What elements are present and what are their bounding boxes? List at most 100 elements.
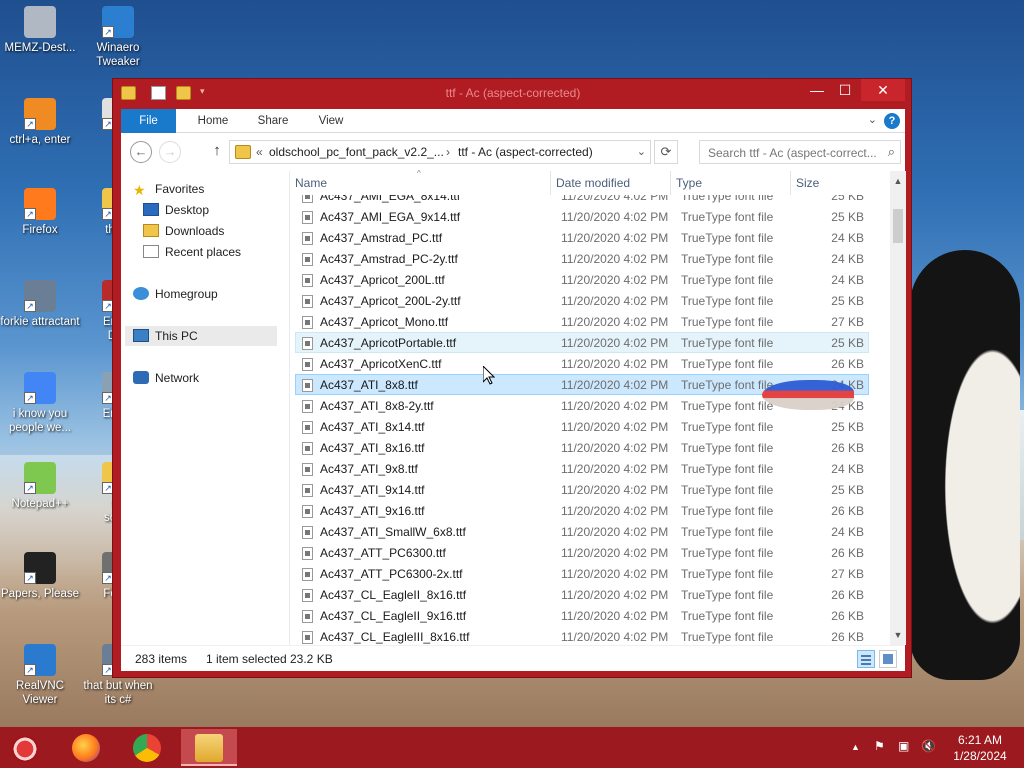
properties-icon[interactable] (151, 85, 167, 100)
address-dropdown-icon[interactable]: ⌄ (637, 145, 646, 158)
system-clock[interactable]: 6:21 AM 1/28/2024 (945, 732, 1015, 764)
sidebar-item-desktop[interactable]: Desktop (143, 200, 209, 220)
font-file-icon (302, 253, 313, 266)
action-center-flag-icon[interactable]: ⚑ (874, 739, 885, 753)
file-row[interactable]: Ac437_ATT_PC6300-2x.ttf 11/20/2020 4:02 P… (295, 563, 869, 584)
file-row[interactable]: Ac437_Apricot_200L-2y.ttf 11/20/2020 4:02… (295, 290, 869, 311)
desktop-shortcut[interactable]: MEMZ-Dest... (0, 6, 80, 55)
tab-share[interactable]: Share (243, 109, 303, 133)
taskbar-firefox[interactable] (58, 729, 114, 766)
file-row[interactable]: Ac437_AMI_EGA_9x14.ttf 11/20/2020 4:02 PM… (295, 206, 869, 227)
selection-count: 1 item selected (206, 652, 287, 666)
network-status-icon[interactable]: ▣ (898, 739, 909, 753)
desktop-shortcut[interactable]: ↗ forkie attractant (0, 280, 80, 329)
up-button[interactable]: ↑ (209, 142, 225, 162)
file-row[interactable]: Ac437_ATI_9x8.ttf 11/20/2020 4:02 PM TrueT… (295, 458, 869, 479)
file-row[interactable]: Ac437_ATI_8x14.ttf 11/20/2020 4:02 PM True… (295, 416, 869, 437)
column-header-name[interactable]: Name (295, 176, 327, 190)
scrollbar-thumb[interactable] (893, 209, 903, 243)
font-file-icon (302, 547, 313, 560)
start-button[interactable] (10, 735, 40, 763)
back-button[interactable]: ← (130, 141, 152, 163)
file-type: TrueType font file (681, 399, 774, 413)
font-file-icon (302, 400, 313, 413)
file-row[interactable]: Ac437_ApricotPortable.ttf 11/20/2020 4:02… (295, 332, 869, 353)
sidebar-item-label: Favorites (155, 182, 205, 196)
column-divider[interactable] (790, 171, 791, 195)
file-row[interactable]: Ac437_CL_EagleIII_8x16.ttf 11/20/2020 4:0… (295, 626, 869, 645)
file-row[interactable]: Ac437_ATI_9x14.ttf 11/20/2020 4:02 PM True… (295, 479, 869, 500)
address-bar[interactable]: « oldschool_pc_font_pack_v2.2_... › ttf … (229, 140, 651, 164)
clock-time: 6:21 AM (957, 733, 1003, 747)
shortcut-icon: ↗ (24, 644, 56, 676)
desktop-shortcut[interactable]: ↗ ctrl+a, enter (0, 98, 80, 147)
column-header-date[interactable]: Date modified (556, 176, 630, 190)
file-row[interactable]: Ac437_ATT_PC6300.ttf 11/20/2020 4:02 PM Tr… (295, 542, 869, 563)
minimize-button[interactable]: — (803, 79, 831, 101)
file-row[interactable]: Ac437_ATI_9x16.ttf 11/20/2020 4:02 PM True… (295, 500, 869, 521)
sidebar-item-favorites[interactable]: ★ Favorites (133, 179, 204, 199)
file-size: 26 KB (831, 441, 864, 455)
close-button[interactable]: ✕ (861, 79, 905, 101)
tab-home[interactable]: Home (183, 109, 243, 133)
desktop-shortcut[interactable]: ↗ Firefox (0, 188, 80, 237)
tray-overflow-icon[interactable]: ▲ (851, 742, 860, 752)
file-row[interactable]: Ac437_Apricot_200L.ttf 11/20/2020 4:02 PM… (295, 269, 869, 290)
scroll-up-button[interactable]: ▲ (890, 173, 906, 189)
file-row[interactable]: Ac437_ATI_SmallW_6x8.ttf 11/20/2020 4:02 … (295, 521, 869, 542)
column-divider[interactable] (670, 171, 671, 195)
breadcrumb-parent[interactable]: oldschool_pc_font_pack_v2.2_... (269, 145, 444, 159)
downloads-icon (143, 224, 159, 237)
tab-file[interactable]: File (121, 109, 176, 133)
breadcrumb-current[interactable]: ttf - Ac (aspect-corrected) (458, 145, 593, 159)
network-icon (133, 371, 149, 384)
column-divider[interactable] (550, 171, 551, 195)
folder-icon (121, 85, 136, 100)
large-icons-view-button[interactable] (879, 650, 897, 668)
volume-muted-icon[interactable]: 🔇 (921, 739, 936, 753)
file-name: Ac437_ATI_9x8.ttf (320, 462, 418, 476)
shortcut-label: Notepad++ (11, 498, 69, 510)
sidebar-item-recent-places[interactable]: Recent places (143, 242, 241, 262)
sidebar-item-downloads[interactable]: Downloads (143, 221, 224, 241)
vertical-scrollbar[interactable]: ▲ ▼ (890, 171, 906, 645)
desktop-shortcut[interactable]: ↗ Winaero Tweaker (78, 6, 158, 69)
refresh-button[interactable]: ⟳ (654, 140, 678, 164)
title-bar[interactable]: ▾ ttf - Ac (aspect-corrected) — ☐ ✕ (113, 79, 913, 109)
file-row[interactable]: Ac437_ApricotXenC.ttf 11/20/2020 4:02 PM T… (295, 353, 869, 374)
file-row[interactable]: Ac437_Apricot_Mono.ttf 11/20/2020 4:02 PM… (295, 311, 869, 332)
tab-view[interactable]: View (301, 109, 361, 133)
expand-ribbon-icon[interactable]: ⌄ (868, 113, 877, 126)
scroll-down-button[interactable]: ▼ (890, 627, 906, 643)
file-row[interactable]: Ac437_CL_EagleII_8x16.ttf 11/20/2020 4:02… (295, 584, 869, 605)
sidebar-item-homegroup[interactable]: Homegroup (133, 284, 218, 304)
sidebar-item-label: Network (155, 371, 200, 385)
column-header-type[interactable]: Type (676, 176, 702, 190)
customize-chevron-icon[interactable]: ▾ (200, 86, 210, 100)
taskbar-chrome[interactable] (119, 729, 175, 766)
maximize-button[interactable]: ☐ (831, 79, 859, 101)
desktop-shortcut[interactable]: ↗ i know you people we... (0, 372, 80, 435)
search-icon[interactable]: ⌕ (888, 144, 895, 160)
new-folder-icon[interactable] (175, 85, 191, 100)
file-row[interactable]: Ac437_ATI_8x16.ttf 11/20/2020 4:02 PM True… (295, 437, 869, 458)
clock-date: 1/28/2024 (953, 749, 1007, 763)
column-header-size[interactable]: Size (796, 176, 819, 190)
sidebar-item-this-pc[interactable]: This PC (125, 326, 277, 346)
details-view-button[interactable] (857, 650, 875, 668)
file-row[interactable]: Ac437_Amstrad_PC-2y.ttf 11/20/2020 4:02 P… (295, 248, 869, 269)
address-overflow-icon[interactable]: « (256, 145, 263, 159)
breadcrumb-separator[interactable]: › (446, 145, 450, 159)
file-row[interactable]: Ac437_CL_EagleII_9x16.ttf 11/20/2020 4:02… (295, 605, 869, 626)
forward-button[interactable]: → (159, 141, 181, 163)
taskbar-file-explorer[interactable] (181, 729, 237, 766)
file-size: 25 KB (831, 294, 864, 308)
desktop-shortcut[interactable]: ↗ Notepad++ (0, 462, 80, 511)
desktop-shortcut[interactable]: ↗ Papers, Please (0, 552, 80, 601)
search-input[interactable]: Search ttf - Ac (aspect-correct... ⌕ (699, 140, 901, 164)
file-row[interactable]: Ac437_Amstrad_PC.ttf 11/20/2020 4:02 PM Tr… (295, 227, 869, 248)
desktop-shortcut[interactable]: ↗ RealVNC Viewer (0, 644, 80, 707)
help-icon[interactable]: ? (884, 113, 900, 129)
sidebar-item-network[interactable]: Network (133, 368, 199, 388)
file-row[interactable]: Ac437_AMI_EGA_8x14.ttf 11/20/2020 4:02 PM… (295, 195, 869, 206)
